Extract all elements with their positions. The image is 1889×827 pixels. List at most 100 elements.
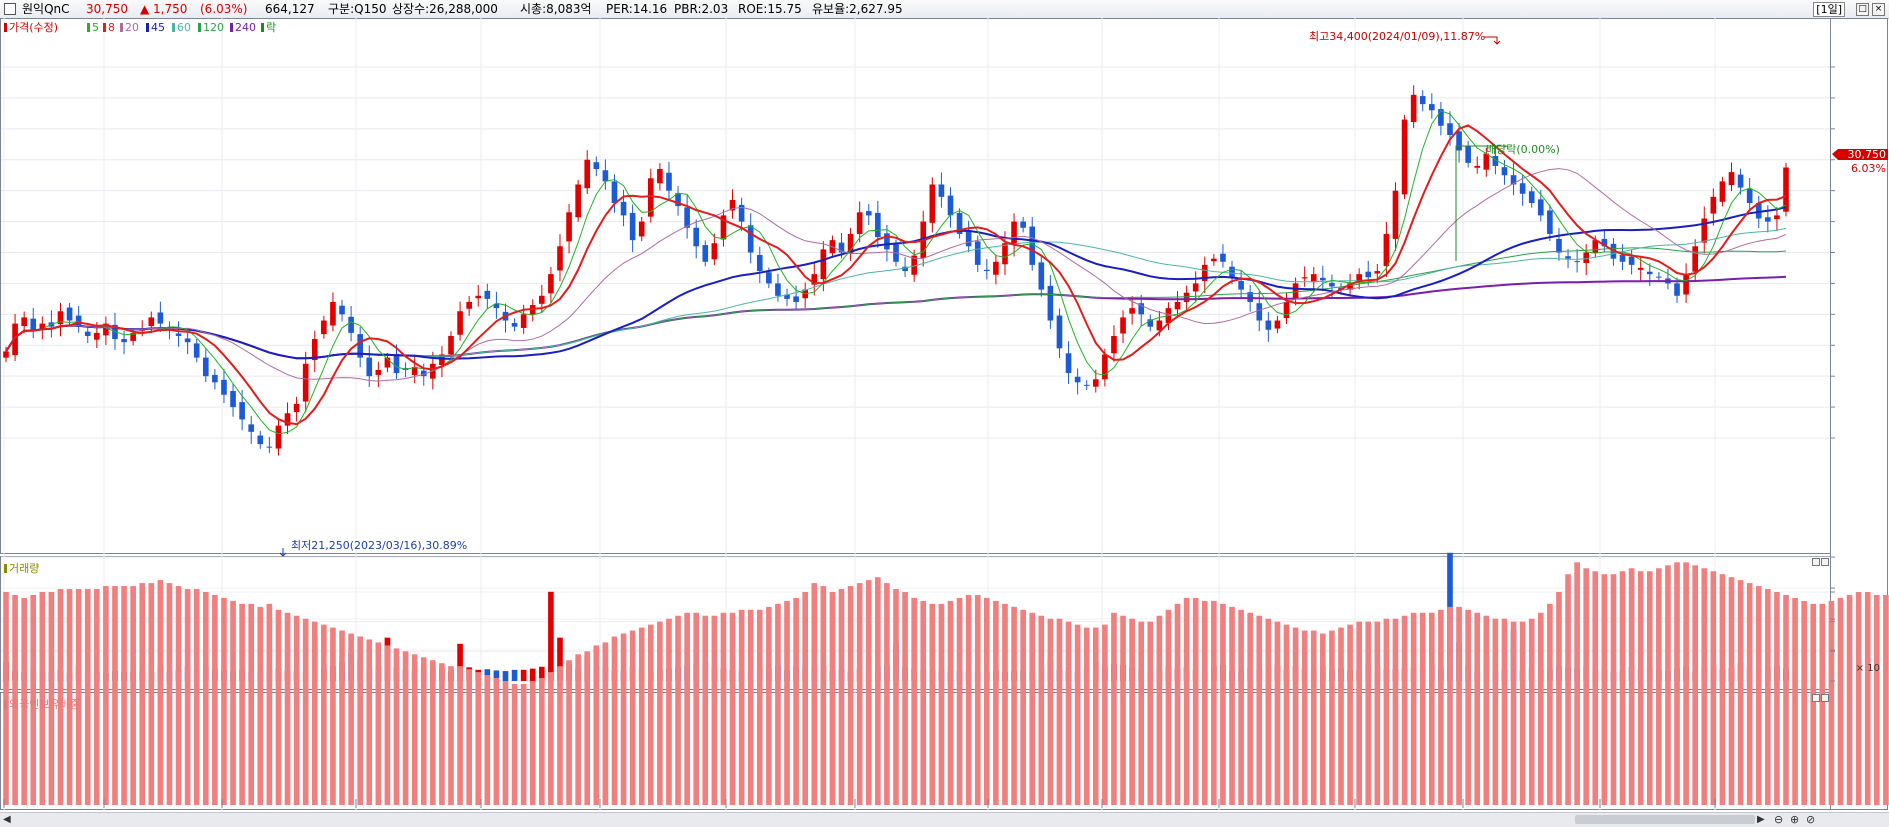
candle-body xyxy=(1074,376,1081,383)
foreign-bar xyxy=(893,589,899,805)
candle-body xyxy=(1737,174,1744,188)
foreign-bar xyxy=(202,592,209,805)
foreign-bar xyxy=(820,586,827,805)
foreign-bar xyxy=(1310,630,1317,805)
candle-body xyxy=(657,169,663,184)
foreign-bar xyxy=(1792,597,1798,805)
candle-body xyxy=(629,212,636,241)
foreign-bar xyxy=(602,642,609,805)
foreign-bar xyxy=(1547,603,1553,805)
foreign-bar xyxy=(1701,568,1708,805)
foreign-bar xyxy=(947,600,954,805)
zoom-reset-icon[interactable]: ⊘ xyxy=(1806,813,1815,827)
candle-body xyxy=(30,318,37,330)
foreign-bar xyxy=(511,683,518,805)
candle-body xyxy=(747,225,754,253)
zoom-in-icon[interactable]: ⊕ xyxy=(1790,813,1799,827)
stock-name[interactable]: 원익QnC xyxy=(22,0,70,18)
legend-price: 가격(수정) xyxy=(9,21,58,34)
candle-body xyxy=(693,227,700,247)
candle-body xyxy=(1474,165,1481,168)
foreign-bar xyxy=(1565,574,1571,805)
foreign-bar xyxy=(1238,609,1244,805)
candle-body xyxy=(239,402,245,420)
candle-body xyxy=(575,184,581,218)
zoom-out-icon[interactable]: ⊖ xyxy=(1774,813,1783,827)
period-selector[interactable]: [1일] xyxy=(1813,2,1845,17)
foreign-bar xyxy=(956,597,963,805)
foreign-bar xyxy=(720,612,727,805)
legend-ex-rights: 락 xyxy=(266,21,276,34)
volume-bar xyxy=(548,591,554,681)
foreign-bar xyxy=(257,606,264,805)
candle-body xyxy=(66,307,73,321)
scroll-right-arrow[interactable]: ▶ xyxy=(1757,813,1765,827)
pbr-value: PBR:2.03 xyxy=(674,2,729,16)
candle-body xyxy=(1719,181,1726,202)
foreign-bar xyxy=(638,627,645,805)
candle-body xyxy=(984,269,990,272)
candle-body xyxy=(321,320,327,335)
foreign-bar xyxy=(375,642,382,805)
volume-bar xyxy=(520,669,527,681)
candle-body xyxy=(1092,379,1099,387)
legend-ma20: 20 xyxy=(125,21,139,34)
foreign-bar xyxy=(1656,568,1662,805)
foreign-bar xyxy=(756,609,763,805)
foreign-bar xyxy=(157,580,164,805)
close-button[interactable]: × xyxy=(1872,3,1885,16)
candle-body xyxy=(1265,320,1272,330)
candle-body xyxy=(184,338,191,343)
foreign-bar xyxy=(974,594,981,805)
candle-body xyxy=(1783,167,1789,212)
chart-area[interactable]: 가격(수정) 5 8 20 45 60 120 240 락 최고34,400(2… xyxy=(0,18,1889,812)
foreign-bar xyxy=(684,612,690,805)
volume-bar xyxy=(529,668,536,681)
foreign-bar xyxy=(1474,612,1481,805)
foreign-bar xyxy=(802,592,808,805)
foreign-bar xyxy=(175,586,182,805)
foreign-bar xyxy=(557,666,563,805)
candle-body xyxy=(1774,215,1780,220)
foreign-bar xyxy=(1020,609,1026,805)
price-change-pct: (6.03%) xyxy=(200,2,248,16)
foreign-bar xyxy=(1165,609,1172,805)
candle-body xyxy=(466,301,472,309)
candle-body xyxy=(1501,167,1508,176)
candle-body xyxy=(566,212,572,242)
foreign-bar xyxy=(1401,615,1408,805)
maximize-button[interactable]: □ xyxy=(1856,3,1869,16)
foreign-bar xyxy=(1665,565,1671,805)
select-checkbox[interactable] xyxy=(4,3,16,15)
candle-body xyxy=(230,391,236,408)
scroll-thumb[interactable] xyxy=(1575,815,1755,824)
foreign-bar xyxy=(838,589,845,805)
candle-body xyxy=(1301,277,1308,279)
candle-body xyxy=(1574,261,1580,263)
foreign-bar xyxy=(1556,592,1562,805)
candle-body xyxy=(1692,246,1698,272)
foreign-bar xyxy=(1256,615,1263,805)
foreign-bar xyxy=(1183,597,1190,805)
foreign-bar xyxy=(112,586,118,805)
foreign-bar xyxy=(94,589,100,805)
foreign-bar xyxy=(184,589,191,805)
foreign-bar xyxy=(1801,600,1807,805)
foreign-bar xyxy=(1646,571,1653,805)
candle-body xyxy=(475,295,482,299)
candle-body xyxy=(993,261,999,275)
candle-body xyxy=(1519,183,1526,194)
foreign-bar xyxy=(384,645,391,805)
foreign-bar xyxy=(402,651,409,805)
foreign-bar xyxy=(1365,621,1372,805)
foreign-bar xyxy=(1719,574,1726,805)
horizontal-scrollbar[interactable]: ◀ ▶ ⊖ ⊕ ⊘ xyxy=(0,812,1889,827)
scroll-left-arrow[interactable]: ◀ xyxy=(3,813,11,827)
foreign-bar xyxy=(1637,571,1644,805)
foreign-bar xyxy=(1855,592,1862,805)
stock-info-bar: 원익QnC 30,750 ▲ 1,750 (6.03%) 664,127 구분:… xyxy=(0,0,1889,19)
per-value: PER:14.16 xyxy=(606,2,668,16)
candle-body xyxy=(1238,280,1244,290)
foreign-bar xyxy=(747,609,754,805)
candle-body xyxy=(1211,258,1217,262)
